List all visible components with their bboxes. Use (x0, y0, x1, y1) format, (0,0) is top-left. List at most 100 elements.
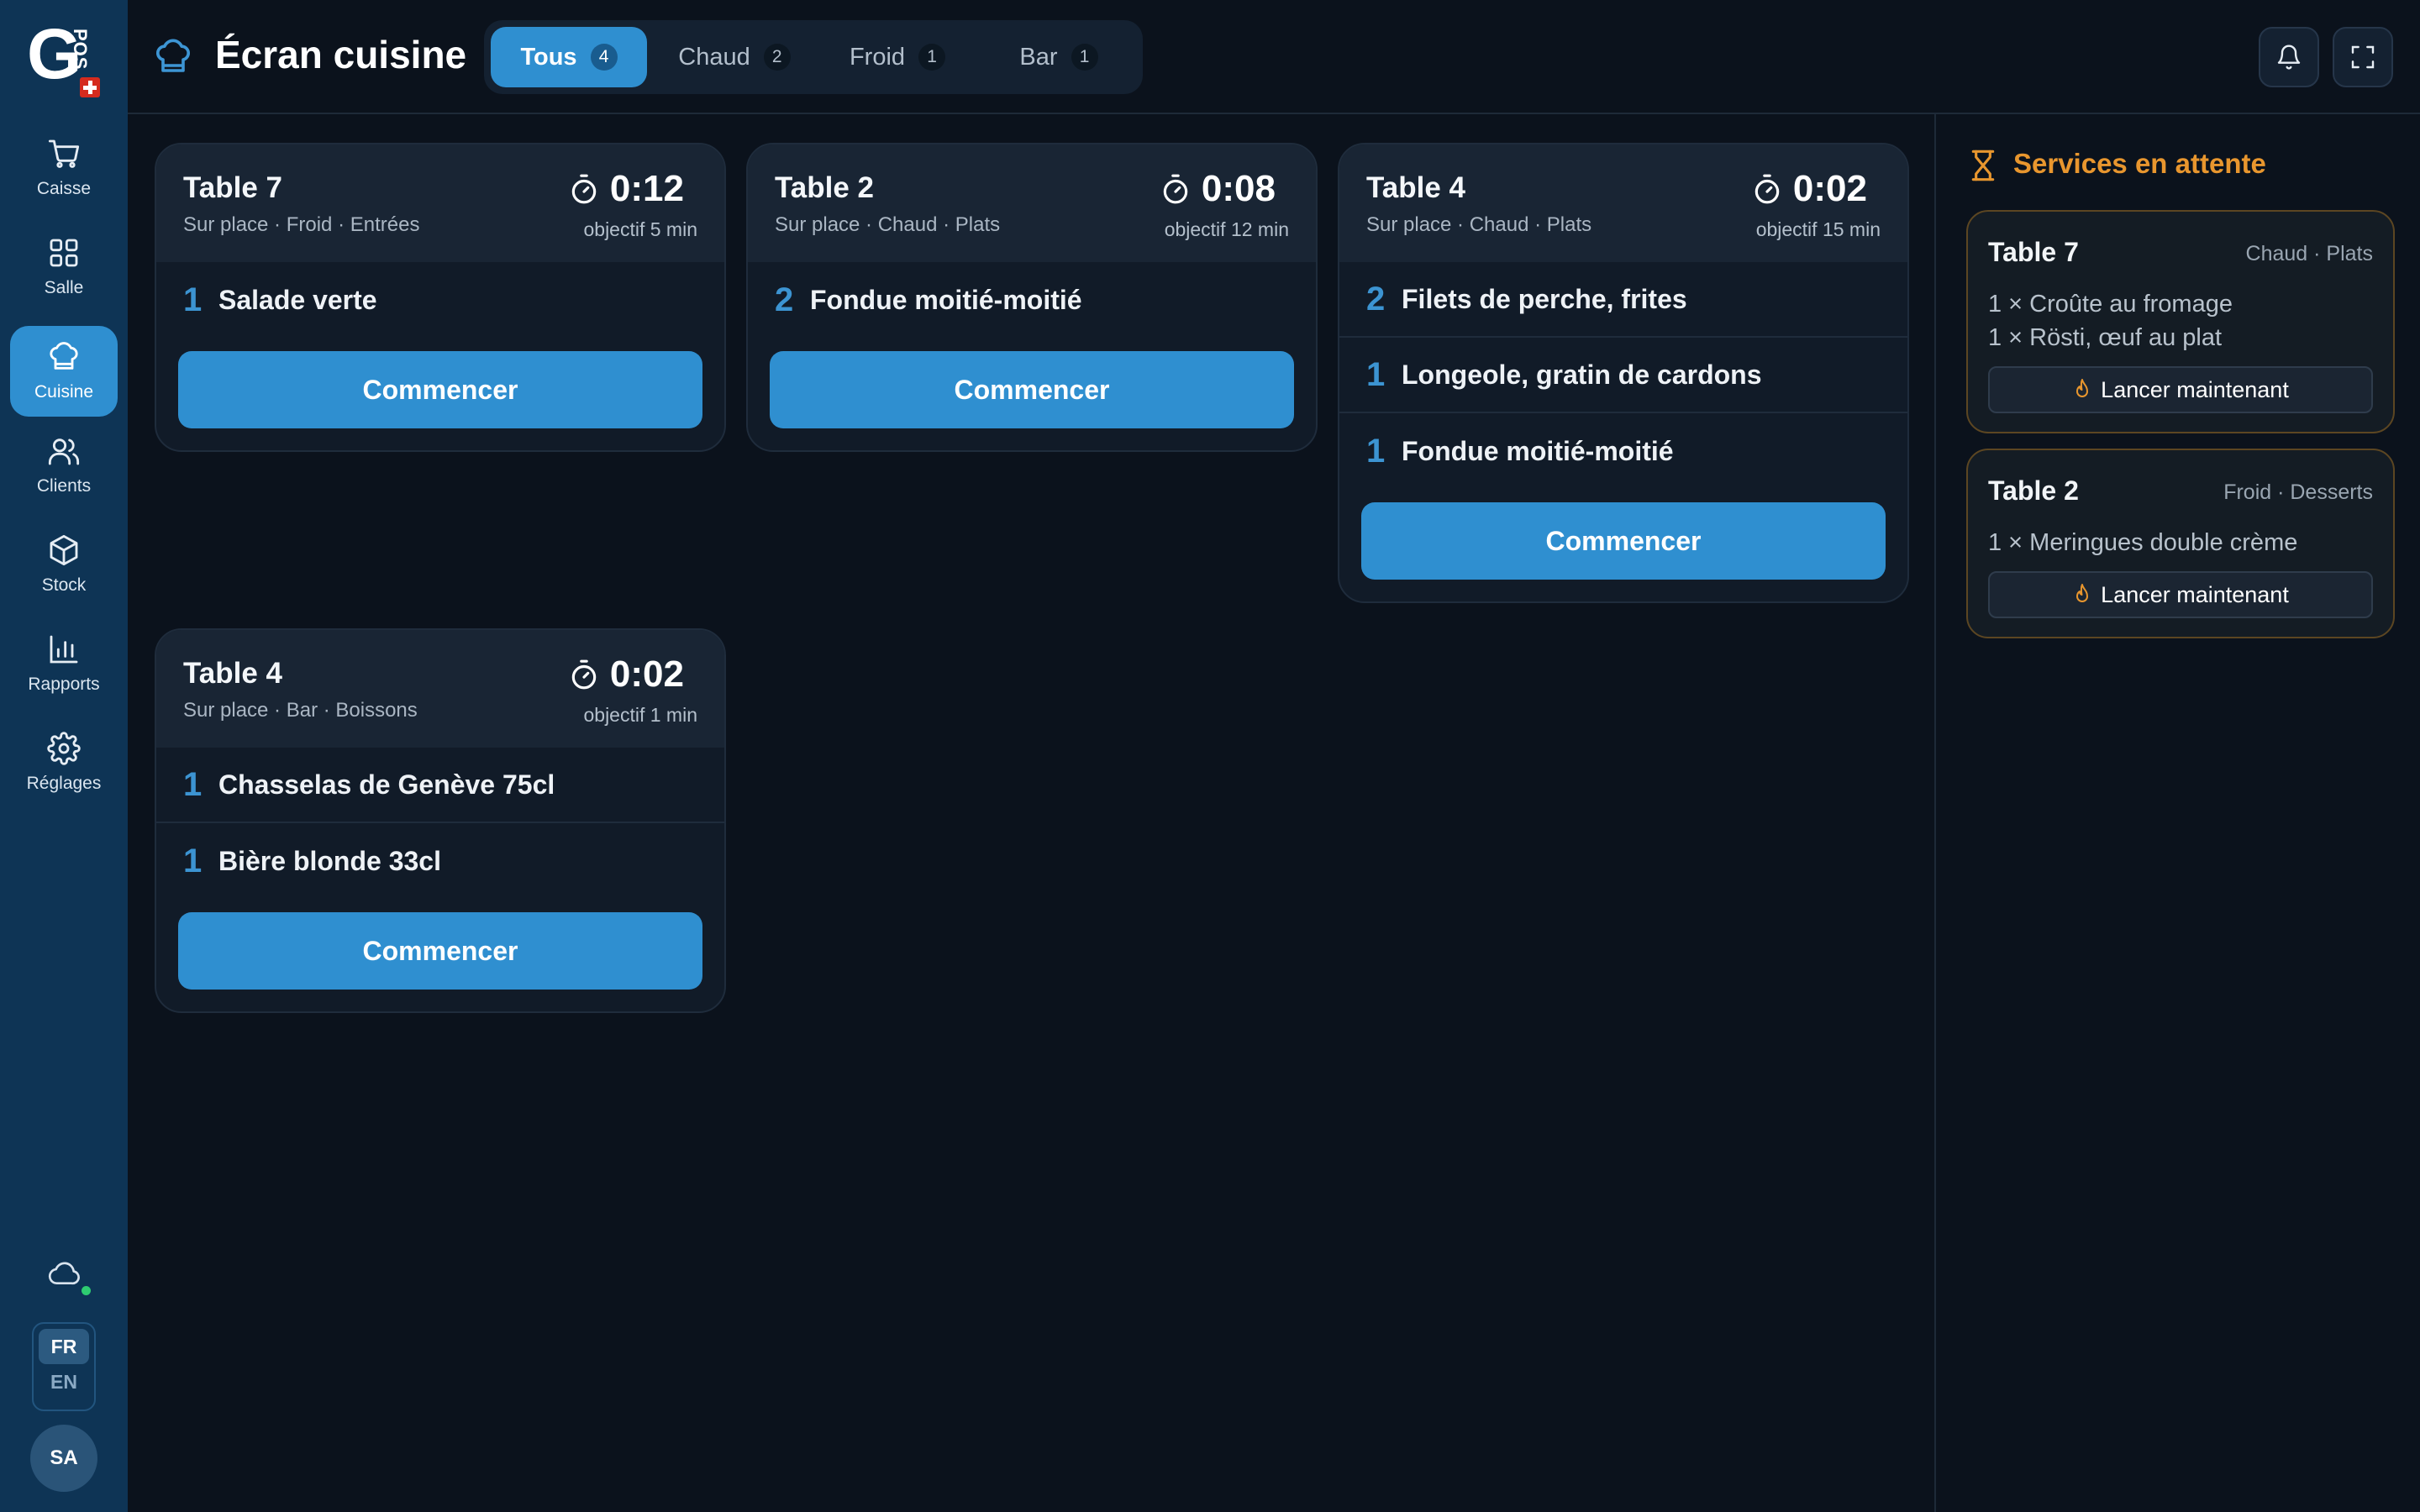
ticket-item-row: 1 Salade verte (156, 262, 724, 338)
cloud-sync-icon (48, 1262, 80, 1285)
ticket-header: Table 7 Sur place · Froid · Entrées 0:12… (156, 144, 724, 262)
tab-count-badge: 2 (763, 44, 791, 71)
tab-tous[interactable]: Tous 4 (491, 27, 647, 87)
ticket-timer: 0:02 (568, 654, 684, 696)
ticket-subtitle: Sur place · Bar · Boissons (183, 699, 418, 722)
ticket-item-row: 1 Fondue moitié-moitié (1339, 413, 1907, 489)
item-quantity: 2 (1366, 280, 1386, 318)
item-quantity: 1 (1366, 432, 1386, 470)
service-line: 1 × Meringues double crème (1988, 529, 2298, 556)
service-line: 1 × Rösti, œuf au plat (1988, 324, 2223, 351)
ticket-subtitle: Sur place · Chaud · Plats (775, 213, 1001, 236)
ticket-card: Table 2 Sur place · Chaud · Plats 0:08 o… (746, 143, 1318, 452)
station-filter-tabs: Tous 4 Chaud 2 Froid 1 Bar 1 (484, 20, 1143, 94)
tab-chaud[interactable]: Chaud 2 (655, 27, 813, 87)
language-option-en[interactable]: EN (39, 1364, 89, 1399)
service-table: Table 2 (1988, 475, 2079, 506)
tab-count-badge: 1 (1071, 44, 1098, 71)
ticket-item-row: 1 Longeole, gratin de cardons (1339, 338, 1907, 413)
ticket-subtitle: Sur place · Chaud · Plats (1366, 213, 1592, 236)
cart-icon (48, 139, 80, 168)
tab-bar[interactable]: Bar 1 (981, 27, 1136, 87)
ticket-objective: objectif 5 min (583, 218, 697, 240)
box-icon (50, 534, 78, 566)
item-quantity: 2 (775, 281, 794, 318)
ticket-header: Table 4 Sur place · Chaud · Plats 0:02 o… (1339, 144, 1907, 262)
start-ticket-button[interactable]: Commencer (770, 351, 1294, 428)
sidebar-item-rapports[interactable]: Rapports (10, 618, 118, 709)
item-quantity: 1 (183, 842, 203, 879)
users-icon (48, 438, 80, 465)
tab-froid[interactable]: Froid 1 (822, 27, 973, 87)
waiting-services-panel: Services en attente Table 7 Chaud · Plat… (1934, 114, 2420, 1512)
service-lines: 1 × Meringues double crème (1988, 526, 2297, 559)
ticket-timer: 0:08 (1160, 168, 1276, 210)
service-line: 1 × Croûte au fromage (1988, 291, 2233, 318)
ticket-subtitle: Sur place · Froid · Entrées (183, 213, 420, 236)
item-name: Salade verte (218, 284, 377, 315)
user-avatar[interactable]: SA (30, 1425, 97, 1492)
bar-chart-icon (50, 635, 78, 664)
language-option-fr[interactable]: FR (39, 1329, 89, 1364)
language-switcher: FR EN (32, 1322, 96, 1411)
grid-icon (50, 239, 78, 267)
fullscreen-icon (2351, 45, 2375, 69)
start-ticket-button[interactable]: Commencer (1361, 502, 1886, 580)
launch-now-button[interactable]: Lancer maintenant (1988, 571, 2373, 618)
service-table: Table 7 (1988, 237, 2079, 267)
item-name: Fondue moitié-moitié (810, 284, 1082, 315)
item-name: Chasselas de Genève 75cl (218, 769, 555, 800)
item-quantity: 1 (183, 765, 203, 803)
sidebar-item-clients[interactable]: Clients (10, 420, 118, 511)
gear-icon (47, 732, 81, 765)
top-header (128, 0, 2420, 114)
ticket-card: Table 4 Sur place · Chaud · Plats 0:02 o… (1338, 143, 1909, 603)
ticket-item-row: 1 Bière blonde 33cl (156, 823, 724, 899)
panel-title: Services en attente (2013, 148, 2266, 179)
item-quantity: 1 (1366, 355, 1386, 393)
launch-now-button[interactable]: Lancer maintenant (1988, 366, 2373, 413)
item-name: Fondue moitié-moitié (1402, 435, 1674, 466)
bell-icon (2277, 45, 2301, 70)
item-quantity: 1 (183, 281, 203, 318)
ticket-header: Table 4 Sur place · Bar · Boissons 0:02 … (156, 630, 724, 748)
ticket-header: Table 2 Sur place · Chaud · Plats 0:08 o… (748, 144, 1316, 262)
online-status-dot (82, 1286, 91, 1295)
hourglass-icon (1971, 150, 1995, 181)
waiting-service-card: Table 7 Chaud · Plats 1 × Croûte au from… (1966, 210, 2395, 433)
stopwatch-icon (1163, 174, 1188, 204)
swiss-flag-icon (80, 77, 100, 97)
start-ticket-button[interactable]: Commencer (178, 912, 702, 990)
notifications-button[interactable] (2259, 27, 2319, 87)
ticket-table: Table 4 (1366, 171, 1466, 204)
ticket-timer: 0:12 (568, 168, 684, 210)
stopwatch-icon (1754, 174, 1780, 204)
chef-hat-icon (50, 342, 78, 370)
chef-hat-icon (156, 39, 190, 72)
ticket-table: Table 7 (183, 171, 283, 204)
app-logo: G POS (27, 18, 103, 97)
item-name: Longeole, gratin de cardons (1402, 359, 1762, 390)
sidebar-item-reglages[interactable]: Réglages (10, 717, 118, 808)
sidebar-item-salle[interactable]: Salle (10, 222, 118, 312)
item-name: Filets de perche, frites (1402, 283, 1687, 314)
fullscreen-button[interactable] (2333, 27, 2393, 87)
sidebar-item-stock[interactable]: Stock (10, 519, 118, 610)
tab-count-badge: 4 (590, 44, 618, 71)
ticket-timer: 0:02 (1751, 168, 1867, 210)
tab-count-badge: 1 (918, 44, 946, 71)
sidebar: G POS Caisse Salle Cuisine Clients Stock… (0, 0, 128, 1512)
ticket-item-row: 2 Fondue moitié-moitié (748, 262, 1316, 338)
ticket-objective: objectif 1 min (583, 704, 697, 726)
ticket-table: Table 4 (183, 657, 283, 690)
waiting-service-card: Table 2 Froid · Desserts 1 × Meringues d… (1966, 449, 2395, 638)
item-name: Bière blonde 33cl (218, 845, 441, 876)
ticket-card: Table 4 Sur place · Bar · Boissons 0:02 … (155, 628, 726, 1013)
ticket-objective: objectif 12 min (1164, 218, 1289, 240)
page-title: Écran cuisine (215, 33, 467, 76)
start-ticket-button[interactable]: Commencer (178, 351, 702, 428)
ticket-card: Table 7 Sur place · Froid · Entrées 0:12… (155, 143, 726, 452)
ticket-table: Table 2 (775, 171, 875, 204)
sidebar-item-caisse[interactable]: Caisse (10, 123, 118, 213)
sidebar-item-cuisine[interactable]: Cuisine (10, 326, 118, 417)
